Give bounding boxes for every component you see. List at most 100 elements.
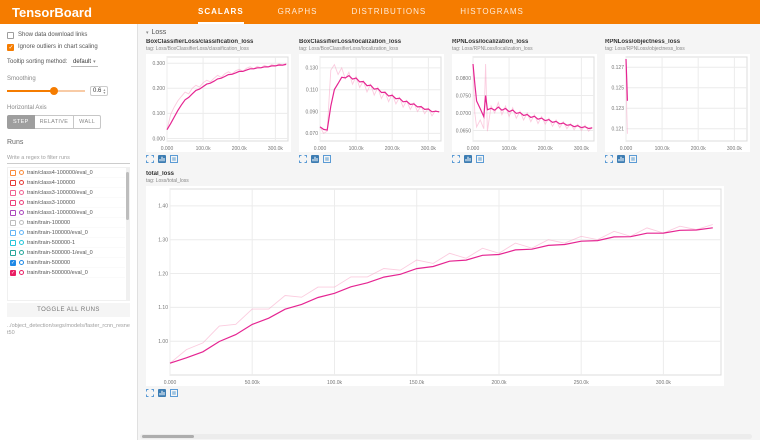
settings-checkbox-row[interactable]: Ignore outliers in chart scaling — [7, 44, 130, 51]
svg-text:300.0k: 300.0k — [268, 146, 284, 152]
chart-data-icon[interactable] — [158, 155, 166, 163]
run-checkbox[interactable] — [10, 170, 16, 176]
pin-chart-icon[interactable] — [323, 155, 331, 163]
run-isolator-icon[interactable] — [19, 210, 24, 215]
run-name: train/class3-100000 — [27, 200, 75, 206]
chart-data-icon[interactable] — [311, 155, 319, 163]
pin-chart-icon[interactable] — [476, 155, 484, 163]
run-isolator-icon[interactable] — [19, 270, 24, 275]
axis-button-step[interactable]: STEP — [7, 115, 35, 129]
run-checkbox[interactable] — [10, 190, 16, 196]
run-checkbox[interactable]: ✓ — [10, 260, 16, 266]
checkbox-icon[interactable] — [7, 32, 14, 39]
svg-text:0.090: 0.090 — [305, 109, 318, 115]
fullscreen-icon[interactable] — [146, 155, 154, 163]
svg-text:200.0k: 200.0k — [385, 146, 401, 152]
spinner-icon[interactable]: ▴▾ — [103, 88, 105, 94]
run-name: train/train-100000/eval_0 — [27, 230, 88, 236]
run-name: train/train-500000/eval_0 — [27, 270, 88, 276]
fullscreen-icon[interactable] — [146, 389, 154, 397]
run-checkbox[interactable] — [10, 250, 16, 256]
pin-chart-icon[interactable] — [629, 155, 637, 163]
chart-title: RPNLoss/localization_loss — [452, 39, 597, 45]
tab-graphs[interactable]: GRAPHS — [278, 0, 318, 24]
chart-data-icon[interactable] — [617, 155, 625, 163]
run-row[interactable]: train/class1-100000/eval_0 — [8, 208, 125, 218]
main-content: ▾ Loss BoxClassifierLoss/classification_… — [138, 24, 760, 440]
axis-button-relative[interactable]: RELATIVE — [35, 115, 75, 129]
run-isolator-icon[interactable] — [19, 240, 24, 245]
run-isolator-icon[interactable] — [19, 180, 24, 185]
run-row[interactable]: train/class3-100000/eval_0 — [8, 188, 125, 198]
run-row[interactable]: train/class4-100000/eval_0 — [8, 168, 125, 178]
run-checkbox[interactable]: ✓ — [10, 270, 16, 276]
slider-thumb[interactable] — [50, 87, 58, 95]
tensorboard-app: TensorBoard SCALARSGRAPHSDISTRIBUTIONSHI… — [0, 0, 760, 440]
pin-chart-icon[interactable] — [170, 389, 178, 397]
run-isolator-icon[interactable] — [19, 250, 24, 255]
run-checkbox[interactable] — [10, 180, 16, 186]
chart-plot[interactable]: 1.001.101.201.301.400.00050.00k100.0k150… — [146, 186, 724, 386]
tab-distributions[interactable]: DISTRIBUTIONS — [351, 0, 426, 24]
chart-card: RPNLoss/objectness_losstag: Loss/RPNLoss… — [605, 39, 750, 163]
fullscreen-icon[interactable] — [605, 155, 613, 163]
svg-text:0.0800: 0.0800 — [456, 76, 472, 82]
tab-histograms[interactable]: HISTOGRAMS — [460, 0, 524, 24]
runs-scrollbar[interactable] — [126, 168, 129, 300]
run-isolator-icon[interactable] — [19, 260, 24, 265]
chart-card: BoxClassifierLoss/classification_losstag… — [146, 39, 291, 163]
run-checkbox[interactable] — [10, 240, 16, 246]
run-isolator-icon[interactable] — [19, 220, 24, 225]
run-name: train/class3-100000/eval_0 — [27, 190, 93, 196]
run-isolator-icon[interactable] — [19, 230, 24, 235]
smoothing-slider[interactable] — [7, 90, 85, 92]
horizontal-scrollbar-thumb[interactable] — [142, 435, 194, 438]
chart-plot[interactable]: 0.0000.1000.2000.3000.000100.0k200.0k300… — [146, 54, 291, 152]
run-isolator-icon[interactable] — [19, 190, 24, 195]
category-header[interactable]: ▾ Loss — [146, 29, 752, 36]
chart-plot[interactable]: 0.1210.1230.1250.1270.000100.0k200.0k300… — [605, 54, 750, 152]
run-row[interactable]: train/class3-100000 — [8, 198, 125, 208]
svg-text:200.0k: 200.0k — [491, 380, 507, 386]
smoothing-value-box[interactable]: 0.6 ▴▾ — [90, 86, 108, 96]
run-row[interactable]: ✓ train/train-500000/eval_0 — [8, 268, 125, 278]
chart-plot[interactable]: 0.0700.0900.1100.1300.000100.0k200.0k300… — [299, 54, 444, 152]
checkbox-label: Show data download links — [18, 32, 87, 38]
svg-text:150.0k: 150.0k — [409, 380, 425, 386]
run-checkbox[interactable] — [10, 230, 16, 236]
collapse-caret-icon: ▾ — [146, 30, 149, 36]
runs-scrollbar-thumb[interactable] — [126, 172, 129, 220]
pin-chart-icon[interactable] — [170, 155, 178, 163]
run-checkbox[interactable] — [10, 210, 16, 216]
horizontal-scrollbar[interactable] — [140, 434, 752, 439]
chevron-down-icon: ▾ — [93, 59, 96, 65]
run-row[interactable]: train/class4-100000 — [8, 178, 125, 188]
svg-text:1.20: 1.20 — [158, 271, 168, 277]
fullscreen-icon[interactable] — [299, 155, 307, 163]
svg-text:0.130: 0.130 — [305, 66, 318, 72]
checkbox-icon[interactable] — [7, 44, 14, 51]
tab-scalars[interactable]: SCALARS — [198, 0, 244, 24]
run-row[interactable]: train/train-500000-1 — [8, 238, 125, 248]
settings-checkbox-row[interactable]: Show data download links — [7, 32, 130, 39]
run-isolator-icon[interactable] — [19, 170, 24, 175]
large-chart-row: total_losstag: Loss/total_loss1.001.101.… — [146, 171, 752, 397]
run-checkbox[interactable] — [10, 220, 16, 226]
run-row[interactable]: train/train-100000/eval_0 — [8, 228, 125, 238]
toggle-all-runs-button[interactable]: TOGGLE ALL RUNS — [7, 303, 130, 317]
run-row[interactable]: ✓ train/train-500000 — [8, 258, 125, 268]
run-row[interactable]: train/train-100000 — [8, 218, 125, 228]
run-isolator-icon[interactable] — [19, 200, 24, 205]
run-checkbox[interactable] — [10, 200, 16, 206]
axis-button-wall[interactable]: WALL — [74, 115, 101, 129]
svg-text:100.0k: 100.0k — [327, 380, 343, 386]
chart-plot[interactable]: 0.06500.07000.07500.08000.000100.0k200.0… — [452, 54, 597, 152]
svg-text:300.0k: 300.0k — [574, 146, 590, 152]
chart-data-icon[interactable] — [158, 389, 166, 397]
run-row[interactable]: train/train-500000-1/eval_0 — [8, 248, 125, 258]
runs-filter-input[interactable] — [7, 152, 130, 164]
chart-data-icon[interactable] — [464, 155, 472, 163]
tooltip-sort-dropdown[interactable]: default ▾ — [71, 58, 98, 67]
fullscreen-icon[interactable] — [452, 155, 460, 163]
run-name: train/train-500000 — [27, 260, 70, 266]
